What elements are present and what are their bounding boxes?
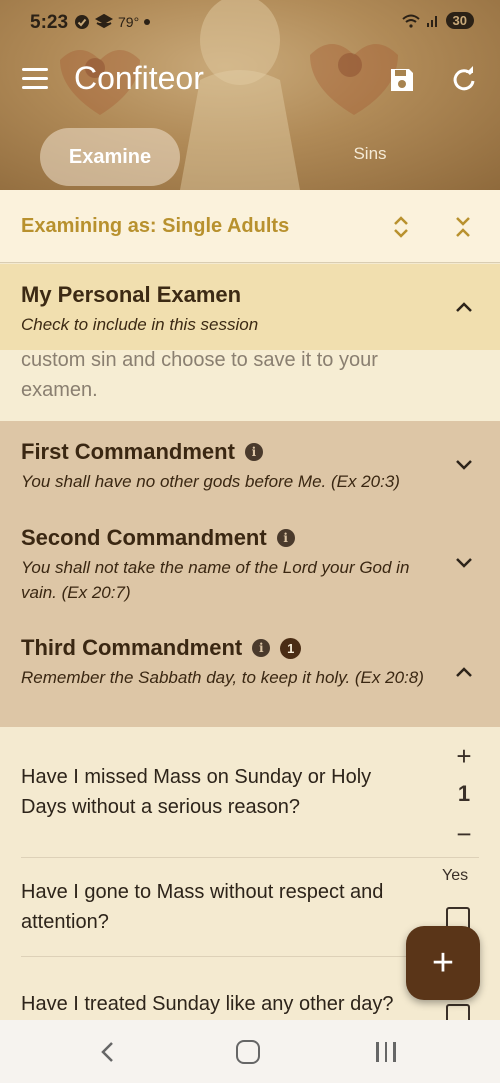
back-icon[interactable] (98, 1040, 118, 1064)
commandments-list: First Commandment i You shall have no ot… (0, 421, 500, 727)
wifi-icon (401, 14, 420, 28)
add-sin-button[interactable]: + (406, 926, 480, 1000)
tab-examine[interactable]: Examine (40, 128, 180, 186)
personal-examen-title: My Personal Examen (21, 282, 242, 307)
status-time: 5:23 (30, 12, 69, 33)
status-notification-icons: 79° (74, 14, 151, 30)
menu-icon[interactable] (22, 68, 50, 94)
personal-examen-body: custom sin and choose to save it to your… (0, 350, 500, 421)
signal-icon (426, 15, 437, 27)
recent-apps-icon[interactable] (376, 1042, 400, 1062)
question-text: Have I gone to Mass without respect and … (21, 881, 384, 933)
stack-icon (95, 14, 113, 29)
refresh-icon[interactable] (450, 66, 478, 94)
system-nav-bar (0, 1020, 500, 1083)
first-commandment-subtitle: You shall have no other gods before Me. … (21, 472, 400, 491)
status-bar: 5:23 79° 30 (0, 0, 500, 46)
stepper-decrement-button[interactable]: − (452, 819, 476, 850)
stepper-increment-button[interactable]: + (452, 741, 476, 772)
app-title: Confiteor (74, 60, 204, 96)
info-icon[interactable]: i (244, 443, 263, 461)
check-circle-icon (75, 15, 89, 29)
second-commandment-title: Second Commandment (21, 525, 267, 550)
chevron-down-icon[interactable] (454, 555, 474, 569)
chevron-up-icon[interactable] (454, 665, 474, 679)
first-commandment-title: First Commandment (21, 439, 235, 464)
expand-select-icon[interactable] (390, 214, 412, 240)
info-icon[interactable]: i (276, 529, 295, 547)
divider (21, 857, 479, 858)
tab-bar: Examine Sins (0, 126, 500, 186)
third-commandment-subtitle: Remember the Sabbath day, to keep it hol… (21, 668, 424, 687)
second-commandment-subtitle: You shall not take the name of the Lord … (21, 558, 410, 602)
chevron-down-icon[interactable] (454, 457, 474, 471)
status-temp: 79° (118, 14, 140, 30)
second-commandment-header[interactable]: Second Commandment i (21, 525, 295, 551)
question-text: Have I treated Sunday like any other day… (21, 993, 394, 1015)
tab-sins[interactable]: Sins (330, 144, 410, 164)
first-commandment-header[interactable]: First Commandment i (21, 439, 263, 465)
examining-selector[interactable]: Examining as: Single Adults (0, 190, 500, 263)
question-text: Have I missed Mass on Sunday or Holy Day… (21, 766, 372, 818)
collapse-all-icon[interactable] (452, 214, 474, 240)
chevron-up-icon[interactable] (454, 300, 474, 314)
status-dot (144, 19, 151, 25)
status-right-icons: 30 (401, 12, 474, 29)
count-badge: 1 (280, 637, 302, 659)
third-commandment-header[interactable]: Third Commandment i 1 (21, 635, 302, 661)
app-bar: Confiteor (0, 52, 500, 110)
save-icon[interactable] (388, 66, 416, 94)
examining-label: Examining as: Single Adults (21, 215, 290, 237)
info-icon[interactable]: i (252, 639, 271, 657)
personal-examen-text: custom sin and choose to save it to your… (21, 350, 378, 401)
app-header: 5:23 79° 30 Confiteor Examine Sins (0, 0, 500, 190)
personal-examen-subtitle: Check to include in this session (21, 315, 259, 334)
question-checkbox[interactable] (446, 1004, 470, 1020)
third-commandment-title: Third Commandment (21, 635, 243, 660)
stepper-value: 1 (457, 781, 471, 806)
personal-examen-header[interactable]: My Personal Examen Check to include in t… (0, 264, 500, 350)
home-icon[interactable] (236, 1040, 260, 1064)
yes-column-label: Yes (442, 867, 469, 884)
battery-indicator: 30 (445, 12, 474, 29)
